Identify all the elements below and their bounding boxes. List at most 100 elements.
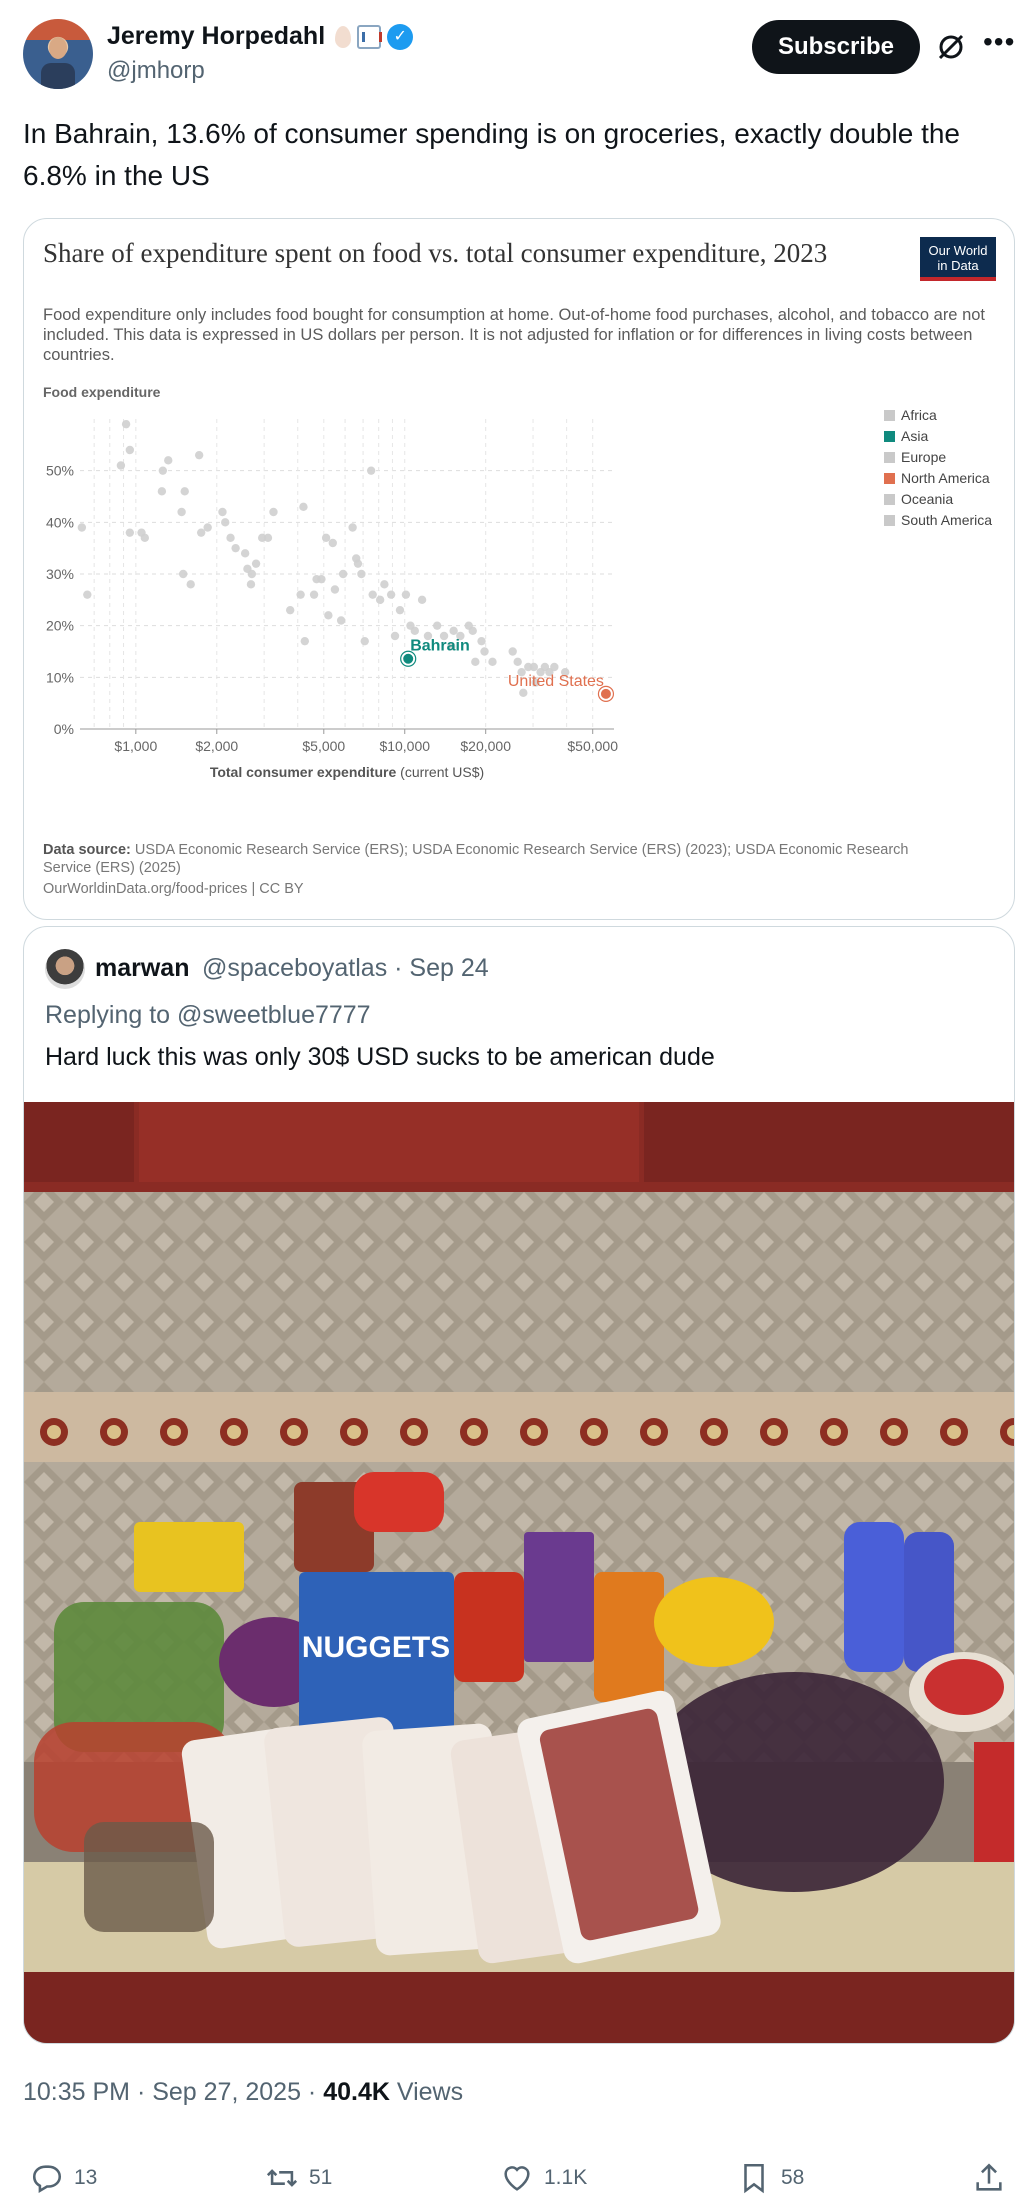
nuggets-box-text: NUGGETS — [302, 1631, 450, 1664]
legend-label: South America — [901, 512, 992, 528]
data-point — [83, 590, 92, 599]
data-point — [247, 569, 257, 579]
owid-logo-line2: in Data — [937, 258, 979, 273]
bookmark-button[interactable]: 58 — [737, 2160, 804, 2196]
data-point — [375, 595, 385, 605]
data-point — [357, 569, 366, 579]
legend-swatch — [884, 452, 895, 463]
owid-logo-line1: Our World — [928, 243, 988, 258]
data-point — [263, 533, 273, 543]
data-point — [125, 445, 135, 455]
data-point — [410, 626, 420, 636]
data-point — [336, 616, 346, 625]
chart-card[interactable]: Share of expenditure spent on food vs. t… — [23, 218, 1015, 920]
chart-y-axis-label: Food expenditure — [43, 384, 161, 400]
data-point — [328, 538, 337, 548]
author-avatar[interactable] — [23, 19, 93, 89]
tweet-timestamp[interactable]: 10:35 PM · Sep 27, 2025 · 40.4K Views — [23, 2078, 463, 2107]
share-button[interactable] — [972, 2160, 1006, 2196]
data-point — [77, 523, 87, 532]
data-point — [353, 559, 363, 568]
data-point — [468, 626, 477, 636]
data-point — [366, 466, 376, 475]
like-button[interactable]: 1.1K — [500, 2160, 587, 2196]
data-point — [519, 688, 528, 698]
data-point — [296, 590, 305, 599]
quote-author-name[interactable]: marwan — [95, 954, 189, 983]
quoted-tweet[interactable]: marwan @spaceboyatlas · Sep 24 Replying … — [23, 926, 1015, 2044]
highlight-label: Bahrain — [410, 638, 470, 655]
data-point — [186, 580, 195, 589]
repost-count: 51 — [309, 2166, 333, 2189]
legend-label: Europe — [901, 449, 946, 465]
author-handle[interactable]: @jmhorp — [107, 57, 205, 85]
egg-emoji-icon — [335, 25, 352, 48]
groceries-photo[interactable]: NUGGETS — [24, 1102, 1014, 2043]
data-point — [226, 533, 235, 543]
y-tick-label: 20% — [46, 618, 74, 634]
data-point — [218, 507, 227, 517]
chart-source-label: Data source: — [43, 842, 131, 858]
heart-icon — [504, 2166, 530, 2191]
data-point — [417, 595, 427, 605]
data-point — [121, 419, 131, 429]
subscribe-button[interactable]: Subscribe — [752, 20, 920, 74]
data-point — [395, 605, 405, 615]
data-point — [360, 636, 369, 646]
repost-icon — [266, 2169, 298, 2187]
data-point — [449, 626, 458, 636]
data-point — [180, 487, 189, 496]
avatar-shirt — [41, 63, 75, 89]
data-point — [177, 507, 186, 517]
chart-source-text: USDA Economic Research Service (ERS); US… — [43, 842, 909, 876]
legend-swatch — [884, 431, 895, 442]
x-tick-label: $20,000 — [460, 738, 511, 754]
chart-subtitle: Food expenditure only includes food boug… — [43, 306, 986, 364]
data-point — [432, 621, 442, 630]
data-point — [386, 590, 396, 599]
share-icon — [976, 2163, 1002, 2191]
verified-badge-icon: ✓ — [387, 23, 414, 50]
data-point — [321, 533, 331, 543]
x-tick-label: $1,000 — [114, 738, 157, 754]
bookmark-icon — [744, 2163, 764, 2194]
data-point — [269, 507, 278, 517]
author-name-row[interactable]: Jeremy Horpedahl ✓ — [107, 22, 414, 51]
reply-button[interactable]: 13 — [30, 2160, 97, 2196]
data-point — [368, 590, 377, 599]
views-label: Views — [396, 2078, 464, 2106]
data-point — [317, 574, 326, 584]
chart-source: Data source: USDA Economic Research Serv… — [43, 841, 943, 877]
data-point — [309, 590, 319, 599]
data-point — [480, 647, 489, 656]
data-point — [246, 580, 256, 589]
quote-text: Hard luck this was only 30$ USD sucks to… — [45, 1043, 715, 1071]
data-point — [178, 569, 188, 579]
bookmark-count: 58 — [781, 2166, 805, 2189]
repost-button[interactable]: 51 — [265, 2160, 332, 2196]
chart-emoji-icon — [357, 24, 383, 49]
more-options-icon[interactable]: ••• — [983, 28, 1015, 64]
legend-swatch — [884, 515, 895, 526]
quote-avatar[interactable] — [45, 949, 85, 989]
y-tick-label: 0% — [54, 721, 74, 737]
quote-replying-to: Replying to @sweetblue7777 — [45, 1001, 371, 1029]
legend-label: Africa — [901, 407, 937, 423]
legend-label: Asia — [901, 428, 928, 444]
data-point — [164, 456, 173, 465]
data-point — [203, 523, 212, 532]
data-point — [471, 657, 480, 667]
groceries-photo-art: NUGGETS — [24, 1102, 1014, 2043]
y-tick-label: 40% — [46, 514, 74, 530]
grok-icon[interactable] — [935, 31, 967, 63]
scatter-chart: 0% 10% 20% 30% 40% 50% $1,000 $2,000 $5,000 $10,0… — [46, 407, 992, 780]
data-point — [508, 647, 517, 656]
avatar-head — [49, 37, 67, 59]
data-point — [390, 631, 400, 641]
author-name[interactable]: Jeremy Horpedahl — [107, 22, 325, 51]
data-point — [285, 605, 295, 615]
legend-label: North America — [901, 470, 990, 486]
reply-icon — [32, 2165, 62, 2194]
timestamp-text[interactable]: 10:35 PM · Sep 27, 2025 · — [23, 2078, 323, 2106]
x-tick-label: $5,000 — [302, 738, 345, 754]
